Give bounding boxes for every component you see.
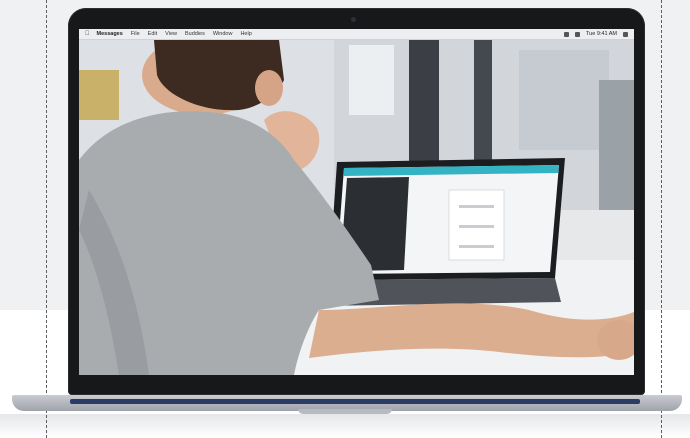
laptop-lid:  Messages File Edit View Buddies Window… xyxy=(68,8,645,395)
keyboard-edge xyxy=(70,399,640,404)
menu-status-area: Tue 9:41 AM xyxy=(564,31,634,37)
side-table xyxy=(549,210,634,260)
left-dashed-guide xyxy=(46,0,47,438)
inner-doc-line xyxy=(459,205,494,208)
mac-menu-bar:  Messages File Edit View Buddies Window… xyxy=(79,29,634,40)
spotlight-icon[interactable] xyxy=(623,31,628,37)
scene-illustration xyxy=(79,40,634,375)
menu-clock[interactable]: Tue 9:41 AM xyxy=(586,31,617,37)
machine xyxy=(599,80,634,220)
menu-window[interactable]: Window xyxy=(213,31,233,37)
shelf-post-2 xyxy=(474,40,492,180)
photo-scene xyxy=(79,40,634,375)
battery-icon[interactable] xyxy=(575,31,581,37)
wifi-icon[interactable] xyxy=(564,31,570,37)
menu-edit[interactable]: Edit xyxy=(148,31,157,37)
webcam-dot xyxy=(351,17,356,22)
inner-doc-line-3 xyxy=(459,245,494,248)
apple-menu-icon[interactable]:  xyxy=(85,31,90,37)
floor-background xyxy=(0,414,690,438)
laptop-screen:  Messages File Edit View Buddies Window… xyxy=(79,29,634,375)
menu-buddies[interactable]: Buddies xyxy=(185,31,205,37)
laptop-open-notch xyxy=(298,409,392,414)
menu-app-name[interactable]: Messages xyxy=(97,31,123,37)
menu-view[interactable]: View xyxy=(165,31,177,37)
menu-help[interactable]: Help xyxy=(240,31,251,37)
right-dashed-guide xyxy=(661,0,662,438)
cabinet xyxy=(519,50,609,150)
inner-doc-line-2 xyxy=(459,225,494,228)
yellow-box xyxy=(79,70,119,120)
menu-file[interactable]: File xyxy=(131,31,140,37)
paper-board xyxy=(349,45,394,115)
person-ear xyxy=(255,70,283,106)
